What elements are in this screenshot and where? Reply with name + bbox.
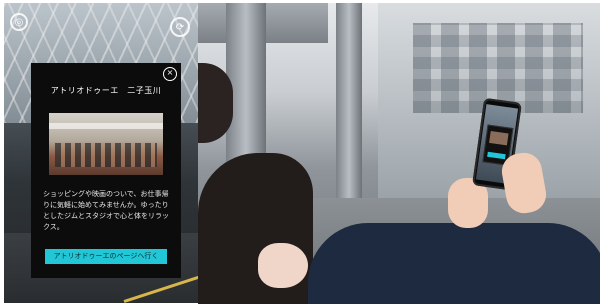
street-photo <box>198 3 600 304</box>
info-card: × アトリオドゥーエ 二子玉川 ショッピングや映画のついで、お仕事帰りに気軽に始… <box>31 63 181 278</box>
rotate-icon[interactable]: ⟳ <box>170 17 190 37</box>
ceiling-light <box>49 123 163 129</box>
card-title: アトリオドゥーエ 二子玉川 <box>50 86 162 95</box>
person-coat <box>308 223 600 304</box>
card-description: ショッピングや映画のついで、お仕事帰りに気軽に始めてみませんか。ゆったりとしたジ… <box>43 190 169 231</box>
person-face <box>258 243 308 288</box>
rotate-glyph: ⟳ <box>175 21 185 33</box>
page-link-button[interactable]: アトリオドゥーエのページへ行く <box>45 249 167 264</box>
phone-card-image <box>489 131 509 146</box>
phone-card-button <box>487 151 506 160</box>
view-mode-glyph: ◎ <box>14 16 24 28</box>
gym-photo <box>49 113 163 175</box>
close-icon[interactable]: × <box>163 67 177 81</box>
view-mode-icon[interactable]: ◎ <box>10 13 28 31</box>
page: ◎ ⟳ × アトリオドゥーエ 二子玉川 ショッピングや映画のついで、お仕事帰りに… <box>0 0 603 307</box>
gym-floor <box>55 143 157 167</box>
ar-view-panel: ◎ ⟳ × アトリオドゥーエ 二子玉川 ショッピングや映画のついで、お仕事帰りに… <box>4 3 198 303</box>
